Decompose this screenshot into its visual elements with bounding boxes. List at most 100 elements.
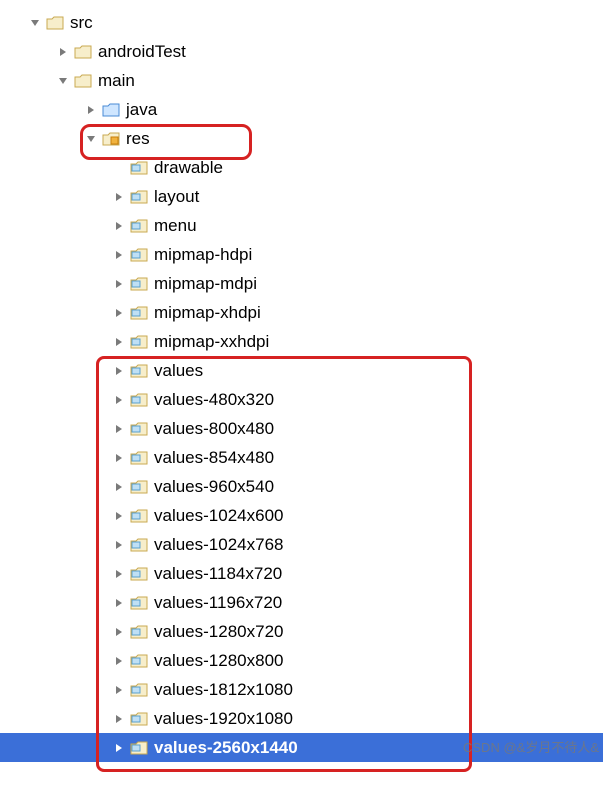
folder-icon — [130, 392, 148, 408]
folder-icon — [102, 102, 120, 118]
tree-item-label: values-1280x720 — [154, 622, 283, 642]
tree-item-label: mipmap-hdpi — [154, 245, 252, 265]
chevron-right-icon[interactable] — [112, 393, 126, 407]
folder-icon — [130, 334, 148, 350]
tree-item-label: values-1920x1080 — [154, 709, 293, 729]
tree-item-label: mipmap-mdpi — [154, 274, 257, 294]
chevron-right-icon[interactable] — [56, 45, 70, 59]
tree-row[interactable]: values-1920x1080 — [0, 704, 603, 733]
tree-row[interactable]: layout — [0, 182, 603, 211]
tree-item-label: java — [126, 100, 157, 120]
tree-item-label: values-1196x720 — [154, 593, 282, 613]
folder-icon — [130, 508, 148, 524]
chevron-right-icon[interactable] — [112, 306, 126, 320]
tree-item-label: values — [154, 361, 203, 381]
tree-row[interactable]: values-800x480 — [0, 414, 603, 443]
folder-icon — [130, 479, 148, 495]
tree-item-label: androidTest — [98, 42, 186, 62]
tree-item-label: values-854x480 — [154, 448, 274, 468]
tree-item-label: values-1024x600 — [154, 506, 283, 526]
tree-item-label: mipmap-xxhdpi — [154, 332, 269, 352]
tree-row[interactable]: androidTest — [0, 37, 603, 66]
tree-item-label: values-960x540 — [154, 477, 274, 497]
tree-item-label: res — [126, 129, 150, 149]
folder-icon — [130, 218, 148, 234]
arrow-spacer — [112, 161, 126, 175]
chevron-right-icon[interactable] — [112, 567, 126, 581]
tree-row[interactable]: values-1280x720 — [0, 617, 603, 646]
chevron-right-icon[interactable] — [112, 596, 126, 610]
tree-item-label: menu — [154, 216, 197, 236]
chevron-right-icon[interactable] — [112, 509, 126, 523]
chevron-right-icon[interactable] — [112, 248, 126, 262]
tree-row[interactable]: values-1812x1080 — [0, 675, 603, 704]
tree-row[interactable]: menu — [0, 211, 603, 240]
chevron-right-icon[interactable] — [112, 277, 126, 291]
folder-icon — [130, 711, 148, 727]
folder-icon — [130, 595, 148, 611]
tree-row[interactable]: values-960x540 — [0, 472, 603, 501]
folder-icon — [130, 450, 148, 466]
chevron-right-icon[interactable] — [112, 480, 126, 494]
tree-item-label: values-1812x1080 — [154, 680, 293, 700]
tree-row[interactable]: values-1024x600 — [0, 501, 603, 530]
folder-icon — [130, 247, 148, 263]
tree-row[interactable]: java — [0, 95, 603, 124]
folder-icon — [130, 682, 148, 698]
folder-icon — [130, 624, 148, 640]
folder-icon — [130, 653, 148, 669]
chevron-down-icon[interactable] — [84, 132, 98, 146]
chevron-down-icon[interactable] — [56, 74, 70, 88]
tree-row[interactable]: values-1184x720 — [0, 559, 603, 588]
chevron-right-icon[interactable] — [112, 335, 126, 349]
tree-row[interactable]: values-1024x768 — [0, 530, 603, 559]
chevron-right-icon[interactable] — [112, 422, 126, 436]
folder-icon — [74, 44, 92, 60]
folder-icon — [130, 363, 148, 379]
tree-row[interactable]: values — [0, 356, 603, 385]
tree-item-label: mipmap-xhdpi — [154, 303, 261, 323]
chevron-right-icon[interactable] — [84, 103, 98, 117]
folder-icon — [102, 131, 120, 147]
tree-row[interactable]: values-480x320 — [0, 385, 603, 414]
tree-row[interactable]: mipmap-hdpi — [0, 240, 603, 269]
tree-item-label: values-1184x720 — [154, 564, 282, 584]
chevron-right-icon[interactable] — [112, 712, 126, 726]
chevron-down-icon[interactable] — [28, 16, 42, 30]
chevron-right-icon[interactable] — [112, 451, 126, 465]
folder-icon — [130, 305, 148, 321]
watermark: CSDN @&岁月不待人& — [463, 737, 599, 756]
tree-row[interactable]: mipmap-xhdpi — [0, 298, 603, 327]
folder-icon — [130, 421, 148, 437]
chevron-right-icon[interactable] — [112, 683, 126, 697]
tree-item-label: values-480x320 — [154, 390, 274, 410]
chevron-right-icon[interactable] — [112, 654, 126, 668]
tree-item-label: values-1280x800 — [154, 651, 283, 671]
chevron-right-icon[interactable] — [112, 219, 126, 233]
folder-icon — [130, 276, 148, 292]
chevron-right-icon[interactable] — [112, 538, 126, 552]
tree-row[interactable]: main — [0, 66, 603, 95]
tree-row[interactable]: mipmap-xxhdpi — [0, 327, 603, 356]
tree-row[interactable]: drawable — [0, 153, 603, 182]
tree-item-label: main — [98, 71, 135, 91]
tree-row[interactable]: mipmap-mdpi — [0, 269, 603, 298]
folder-icon — [130, 160, 148, 176]
folder-icon — [130, 566, 148, 582]
chevron-right-icon[interactable] — [112, 190, 126, 204]
chevron-right-icon[interactable] — [112, 364, 126, 378]
tree-item-label: values-1024x768 — [154, 535, 283, 555]
tree-item-label: values-800x480 — [154, 419, 274, 439]
folder-icon — [130, 740, 148, 756]
folder-icon — [130, 189, 148, 205]
tree-row[interactable]: values-1196x720 — [0, 588, 603, 617]
tree-row[interactable]: src — [0, 8, 603, 37]
tree-row[interactable]: res — [0, 124, 603, 153]
tree-item-label: values-2560x1440 — [154, 738, 298, 758]
tree-row[interactable]: values-854x480 — [0, 443, 603, 472]
tree-item-label: src — [70, 13, 93, 33]
chevron-right-icon[interactable] — [112, 625, 126, 639]
tree-row[interactable]: values-1280x800 — [0, 646, 603, 675]
chevron-right-icon[interactable] — [112, 741, 126, 755]
tree-item-label: drawable — [154, 158, 223, 178]
